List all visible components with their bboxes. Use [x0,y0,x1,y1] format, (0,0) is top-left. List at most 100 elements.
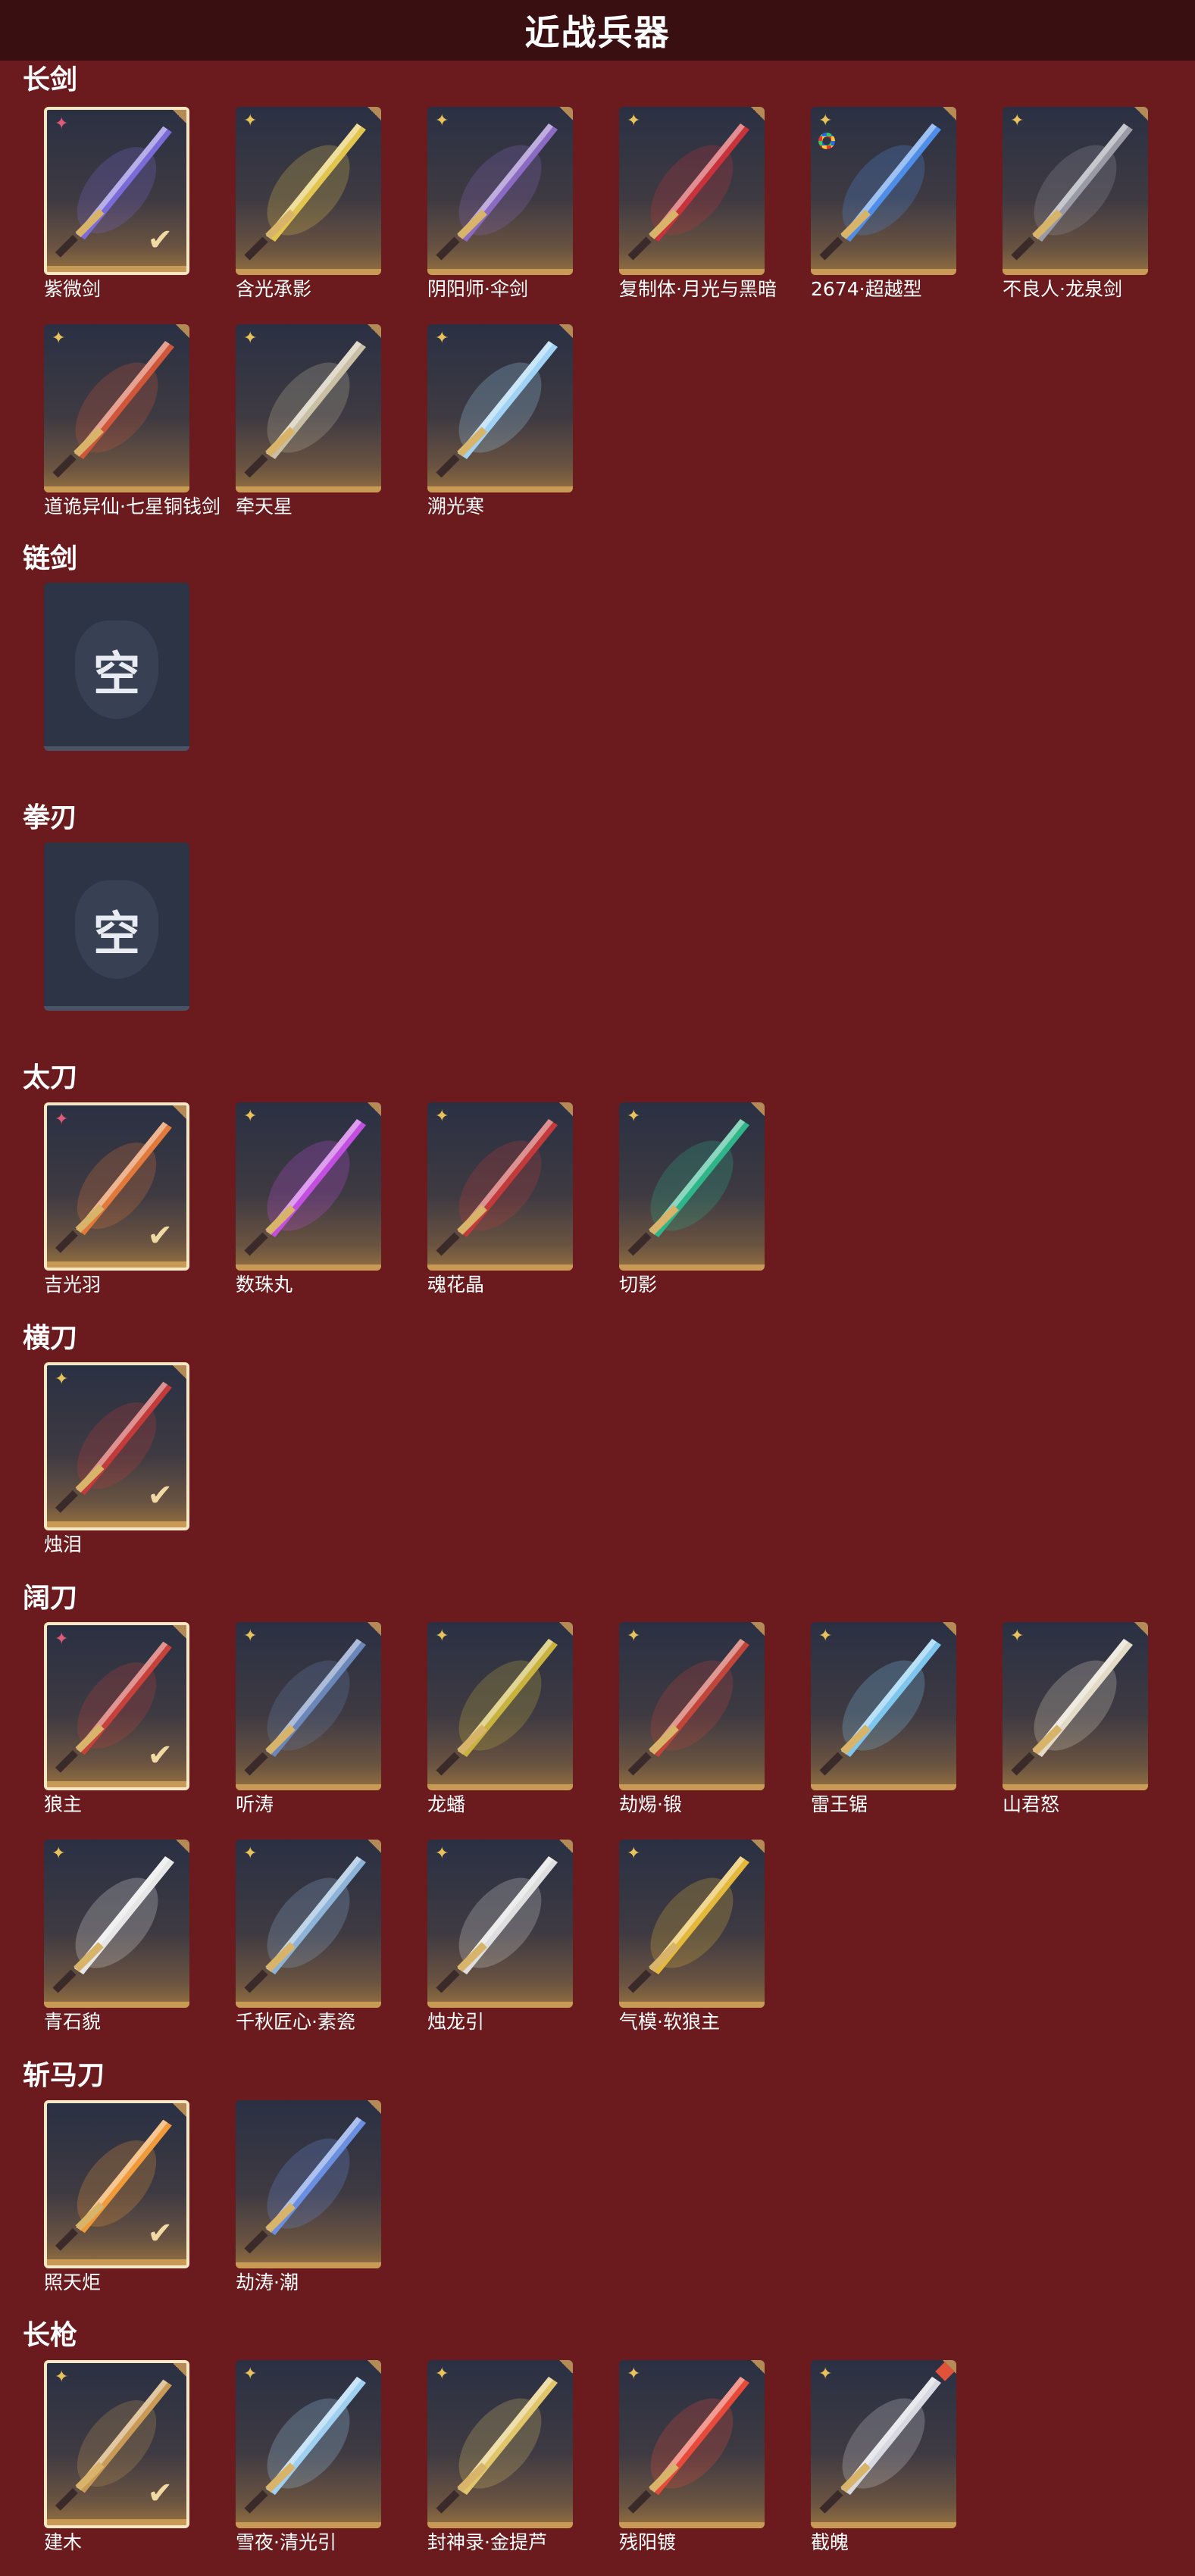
weapon-image [244,1639,366,1776]
gold-star-icon: ✦ [435,111,449,130]
corner-ornament [751,1102,765,1116]
weapon-card[interactable]: ✦ [236,2360,381,2528]
corner-ornament [559,1622,573,1636]
page-header: 近战兵器 [0,0,1195,61]
weapon-name: 劫涛·潮 [236,2271,299,2293]
weapon-card[interactable]: ✦ [44,324,189,492]
weapon-image [627,1119,749,1256]
weapon-image [244,2117,366,2254]
weapon-name: 气模·软狼主 [619,2011,720,2033]
weapon-card[interactable]: ✦ [811,2360,956,2528]
weapon-image [436,2377,558,2514]
weapon-name: 残阳镀 [619,2531,677,2553]
weapon-card[interactable]: ✦ [427,107,573,275]
weapon-image [244,1856,366,1993]
empty-slot-icon: 空 [44,613,189,727]
weapon-name: 切影 [619,1274,658,1296]
weapon-card[interactable]: ✦ [811,107,956,275]
weapon-card[interactable]: ✦ ✔ [44,1102,189,1271]
weapon-card[interactable]: ✦ ✔ [44,2360,189,2528]
weapon-card[interactable]: ✦ [811,1622,956,1790]
empty-slot[interactable]: 空 [44,843,189,1011]
weapon-name: 照天炬 [44,2271,102,2293]
weapon-card[interactable]: ✦ [619,1102,765,1271]
corner-ornament [751,1622,765,1636]
weapon-image [244,341,366,478]
weapon-card[interactable]: ✦ ✔ [44,1362,189,1530]
weapon-name: 紫微剑 [44,278,102,300]
checkmark-icon: ✔ [147,2216,173,2251]
weapon-card[interactable]: ✦ ✔ [44,107,189,275]
corner-ornament [559,107,573,120]
corner-ornament [943,107,956,120]
gold-star-icon: ✦ [55,2368,69,2387]
weapon-name: 不良人·龙泉剑 [1003,278,1122,300]
section-title: 链剑 [23,543,78,574]
weapon-name: 山君怒 [1003,1793,1060,1815]
gold-star-icon: ✦ [1010,1627,1025,1646]
gold-star-icon: ✦ [55,1370,69,1389]
weapon-image [1011,123,1133,261]
weapon-card[interactable]: ✦ [427,1102,573,1271]
weapon-name: 千秋匠心·素瓷 [236,2011,355,2033]
weapon-name: 雪夜·清光引 [236,2531,336,2553]
weapon-image [436,1639,558,1776]
weapon-card[interactable]: ✦ [427,2360,573,2528]
weapon-image [627,1639,749,1776]
weapon-card[interactable]: ✦ [236,1840,381,2008]
weapon-card[interactable]: ✦ [427,324,573,492]
gold-star-icon: ✦ [52,329,66,348]
weapon-card[interactable]: ✦ ✔ [44,1622,189,1790]
weapon-card[interactable]: ✦ [619,1840,765,2008]
weapon-name: 青石貌 [44,2011,102,2033]
empty-slot[interactable]: 空 [44,583,189,751]
weapon-card[interactable]: ✦ [427,1622,573,1790]
section-title: 斩马刀 [23,2060,105,2091]
weapon-name: 数珠丸 [236,1274,293,1296]
weapon-card[interactable]: ✦ [619,2360,765,2528]
weapon-image [244,123,366,261]
corner-ornament [943,1622,956,1636]
gold-star-icon: ✦ [627,1844,641,1863]
weapon-card[interactable]: ✦ [619,1622,765,1790]
weapon-card[interactable]: ✦ [1003,1622,1148,1790]
corner-ornament [173,110,186,123]
weapon-card[interactable]: ✦ [44,1840,189,2008]
corner-ornament [368,1622,381,1636]
weapon-card[interactable]: ✦ [236,324,381,492]
weapon-name: 听涛 [236,1793,274,1815]
corner-ornament [368,107,381,120]
corner-ornament [173,2363,186,2377]
weapon-card[interactable]: ✦ [236,1102,381,1271]
gold-star-icon: ✦ [818,111,833,130]
weapon-card[interactable]: ✔ [44,2100,189,2268]
section-title: 太刀 [23,1062,78,1093]
weapon-card[interactable]: ✦ [236,1622,381,1790]
corner-ornament [1134,107,1148,120]
gold-star-icon: ✦ [818,2365,833,2384]
section-title: 长枪 [23,2320,78,2351]
weapon-card[interactable]: ✦ [1003,107,1148,275]
gold-star-icon: ✦ [435,2365,449,2384]
weapon-name: 劫焬·锻 [619,1793,682,1815]
weapon-name: 烛龙引 [427,2011,485,2033]
weapon-name: 封神录·金提芦 [427,2531,547,2553]
weapon-name: 雷王锯 [811,1793,868,1815]
weapon-card[interactable] [236,2100,381,2268]
section-title: 阔刀 [23,1583,78,1614]
gold-star-icon: ✦ [627,1627,641,1646]
weapon-image [52,1856,174,1993]
weapon-name: 吉光羽 [44,1274,102,1296]
corner-ornament [176,1840,189,1853]
weapon-card[interactable]: ✦ [427,1840,573,2008]
weapon-card[interactable]: ✦ [236,107,381,275]
corner-ornament [559,1840,573,1853]
corner-ornament [368,2360,381,2374]
empty-label: 空 [92,646,140,702]
weapon-image [627,2377,749,2514]
gold-star-icon: ✦ [243,1844,258,1863]
weapon-name: 魂花晶 [427,1274,485,1296]
weapon-card[interactable]: ✦ [619,107,765,275]
gold-star-icon: ✦ [435,1844,449,1863]
corner-ornament [751,2360,765,2374]
